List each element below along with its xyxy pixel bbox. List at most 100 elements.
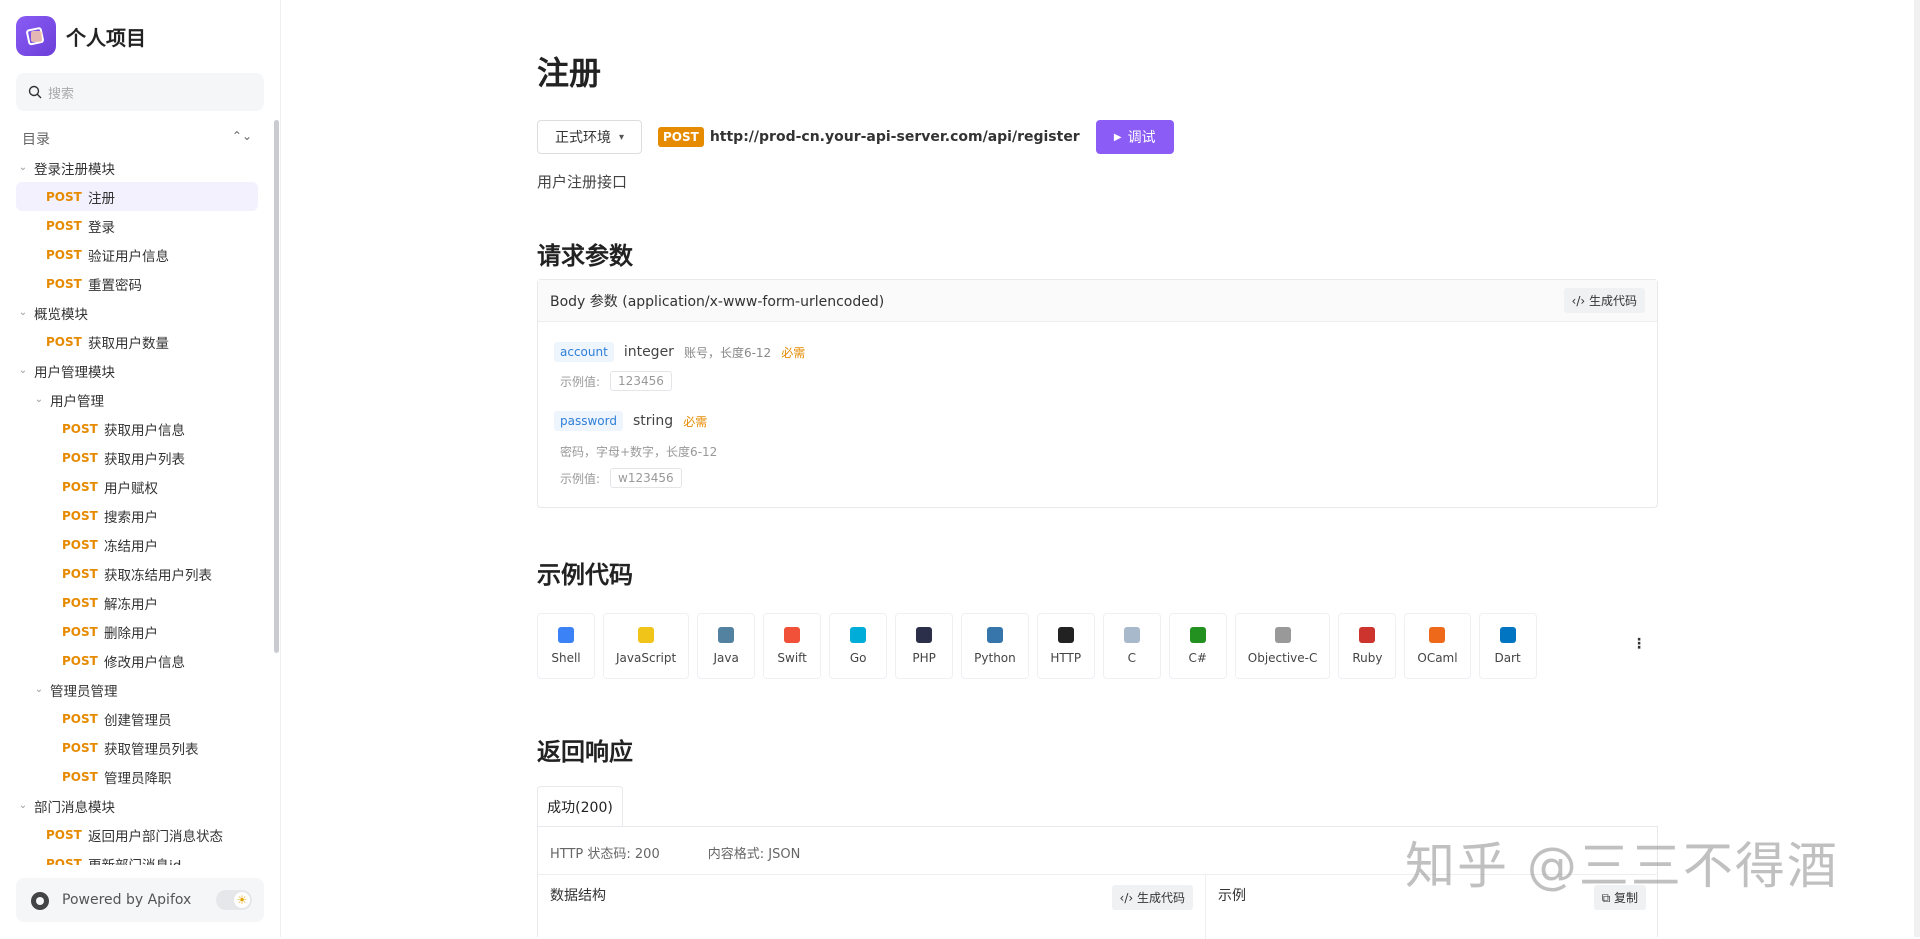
generate-code-button[interactable]: ‹/› 生成代码 xyxy=(1111,885,1193,910)
method-label: POST xyxy=(46,856,82,866)
tree-api-item[interactable]: POST 冻结用户 xyxy=(16,530,258,559)
tree-item-label: 获取管理员列表 xyxy=(104,741,199,758)
tree-api-item[interactable]: POST 获取用户信息 xyxy=(16,414,258,443)
c-icon xyxy=(1123,627,1140,643)
tree-folder[interactable]: ⌄ 概览模块 xyxy=(16,298,258,327)
http-status: HTTP 状态码: 200 xyxy=(550,847,660,862)
tree-folder[interactable]: ⌄ 管理员管理 xyxy=(16,675,258,704)
sidebar: 个人项目 搜索 目录 ⌃⌄ ⌄ 登录注册模块 POST 注册 POST 登录 POST 验证用… xyxy=(0,0,281,937)
lang-tab-ruby[interactable]: Ruby xyxy=(1338,613,1397,679)
lang-label: Shell xyxy=(551,651,581,665)
code-icon: ‹/› xyxy=(1119,891,1134,905)
lang-tab-c[interactable]: C xyxy=(1102,613,1161,679)
tree-api-item[interactable]: POST 管理员降职 xyxy=(16,762,258,791)
chevron-down-icon: ▾ xyxy=(618,131,625,143)
tree-item-label: 获取用户数量 xyxy=(88,335,169,352)
tree-item-label: 获取用户信息 xyxy=(104,422,185,439)
tree-api-item[interactable]: POST 验证用户信息 xyxy=(16,240,258,269)
request-body-header: Body 参数 (application/x-www-form-urlencod… xyxy=(538,280,1657,322)
tree-api-item[interactable]: POST 删除用户 xyxy=(16,617,258,646)
sidebar-footer: Powered by Apifox ☀ xyxy=(16,878,264,922)
debug-button[interactable]: ▶ 调试 xyxy=(1095,120,1174,154)
method-label: POST xyxy=(62,450,98,465)
language-tabs: Shell JavaScript Java Swift Go PHP Python HTTP C… xyxy=(537,613,1617,679)
search-input[interactable]: 搜索 xyxy=(16,73,264,111)
debug-label: 调试 xyxy=(1127,130,1156,146)
response-heading: 返回响应 xyxy=(537,738,633,766)
tree-api-item[interactable]: POST 搜索用户 xyxy=(16,501,258,530)
env-select[interactable]: 正式环境 ▾ xyxy=(537,120,642,154)
tree-api-item[interactable]: POST 解冻用户 xyxy=(16,588,258,617)
generate-code-button[interactable]: ‹/› 生成代码 xyxy=(1563,288,1645,313)
search-placeholder: 搜索 xyxy=(48,86,75,102)
tree-api-item[interactable]: POST 注册 xyxy=(16,182,258,211)
example-label: 示例值: xyxy=(560,374,601,389)
chevron-down-icon: ⌄ xyxy=(18,365,28,376)
method-label: POST xyxy=(46,247,82,262)
method-label: POST xyxy=(62,508,98,523)
lang-tab-ocaml[interactable]: OCaml xyxy=(1404,613,1471,679)
tree-api-item[interactable]: POST 重置密码 xyxy=(16,269,258,298)
tree-folder[interactable]: ⌄ 部门消息模块 xyxy=(16,791,258,820)
python-icon xyxy=(986,627,1003,643)
tree-item-label: 删除用户 xyxy=(104,625,158,642)
lang-tab-php[interactable]: PHP xyxy=(895,613,954,679)
toc-header: 目录 ⌃⌄ xyxy=(22,129,252,149)
method-label: POST xyxy=(62,421,98,436)
chevron-down-icon: ⌄ xyxy=(34,394,44,405)
swift-icon xyxy=(784,627,801,643)
lang-label: Dart xyxy=(1494,651,1521,665)
required-badge: 必需 xyxy=(781,345,806,360)
tree-api-item[interactable]: POST 登录 xyxy=(16,211,258,240)
more-languages-icon[interactable]: ⋮ xyxy=(1632,636,1646,652)
tree-api-item[interactable]: POST 获取冻结用户列表 xyxy=(16,559,258,588)
sample-code-heading: 示例代码 xyxy=(537,561,633,589)
tree-item-label: 修改用户信息 xyxy=(104,654,185,671)
tree-api-item[interactable]: POST 创建管理员 xyxy=(16,704,258,733)
tree-api-item[interactable]: POST 获取用户列表 xyxy=(16,443,258,472)
lang-label: Go xyxy=(849,651,867,665)
tab-success-200[interactable]: 成功(200) xyxy=(537,786,623,827)
tree-api-item[interactable]: POST 获取管理员列表 xyxy=(16,733,258,762)
lang-tab-javascript[interactable]: JavaScript xyxy=(603,613,690,679)
lang-tab-swift[interactable]: Swift xyxy=(763,613,822,679)
apifox-logo-icon xyxy=(31,892,49,910)
php-icon xyxy=(916,627,933,643)
lang-tab-http[interactable]: HTTP xyxy=(1036,613,1095,679)
tree-api-item[interactable]: POST 用户赋权 xyxy=(16,472,258,501)
tree-api-item[interactable]: POST 修改用户信息 xyxy=(16,646,258,675)
tree-item-label: 验证用户信息 xyxy=(88,248,169,265)
chevron-down-icon: ⌄ xyxy=(18,307,28,318)
method-label: POST xyxy=(46,189,82,204)
tree-api-item[interactable]: POST 获取用户数量 xyxy=(16,327,258,356)
sidebar-scrollbar[interactable] xyxy=(274,120,279,653)
lang-tab-objectivec[interactable]: Objective-C xyxy=(1234,613,1331,679)
param-note: 密码，字母+数字，长度6-12 xyxy=(560,445,718,459)
http-icon xyxy=(1057,627,1074,643)
lang-tab-c[interactable]: C# xyxy=(1168,613,1227,679)
lang-tab-java[interactable]: Java xyxy=(697,613,756,679)
theme-toggle[interactable]: ☀ xyxy=(216,890,252,910)
powered-by-label: Powered by Apifox xyxy=(62,892,192,908)
tree-api-item[interactable]: POST 更新部门消息id xyxy=(16,849,258,866)
collapse-all-icon[interactable]: ⌃⌄ xyxy=(232,129,252,149)
lang-tab-dart[interactable]: Dart xyxy=(1478,613,1537,679)
page-scrollbar[interactable] xyxy=(1914,0,1920,937)
tree-api-item[interactable]: POST 返回用户部门消息状态 xyxy=(16,820,258,849)
tree-folder[interactable]: ⌄ 用户管理 xyxy=(16,385,258,414)
dart-icon xyxy=(1499,627,1516,643)
lang-tab-shell[interactable]: Shell xyxy=(537,613,595,679)
tree-item-label: 冻结用户 xyxy=(104,538,158,555)
lang-tab-python[interactable]: Python xyxy=(961,613,1029,679)
tree-folder[interactable]: ⌄ 登录注册模块 xyxy=(16,153,258,182)
tree-folder[interactable]: ⌄ 用户管理模块 xyxy=(16,356,258,385)
lang-tab-go[interactable]: Go xyxy=(829,613,888,679)
method-label: POST xyxy=(62,566,98,581)
go-icon xyxy=(850,627,867,643)
tree-item-label: 重置密码 xyxy=(88,277,142,294)
tree-item-label: 用户管理 xyxy=(50,393,104,410)
brand[interactable]: 个人项目 xyxy=(16,16,146,56)
tree-item-label: 获取用户列表 xyxy=(104,451,185,468)
api-description: 用户注册接口 xyxy=(537,173,628,191)
tree-item-label: 更新部门消息id xyxy=(88,854,181,866)
